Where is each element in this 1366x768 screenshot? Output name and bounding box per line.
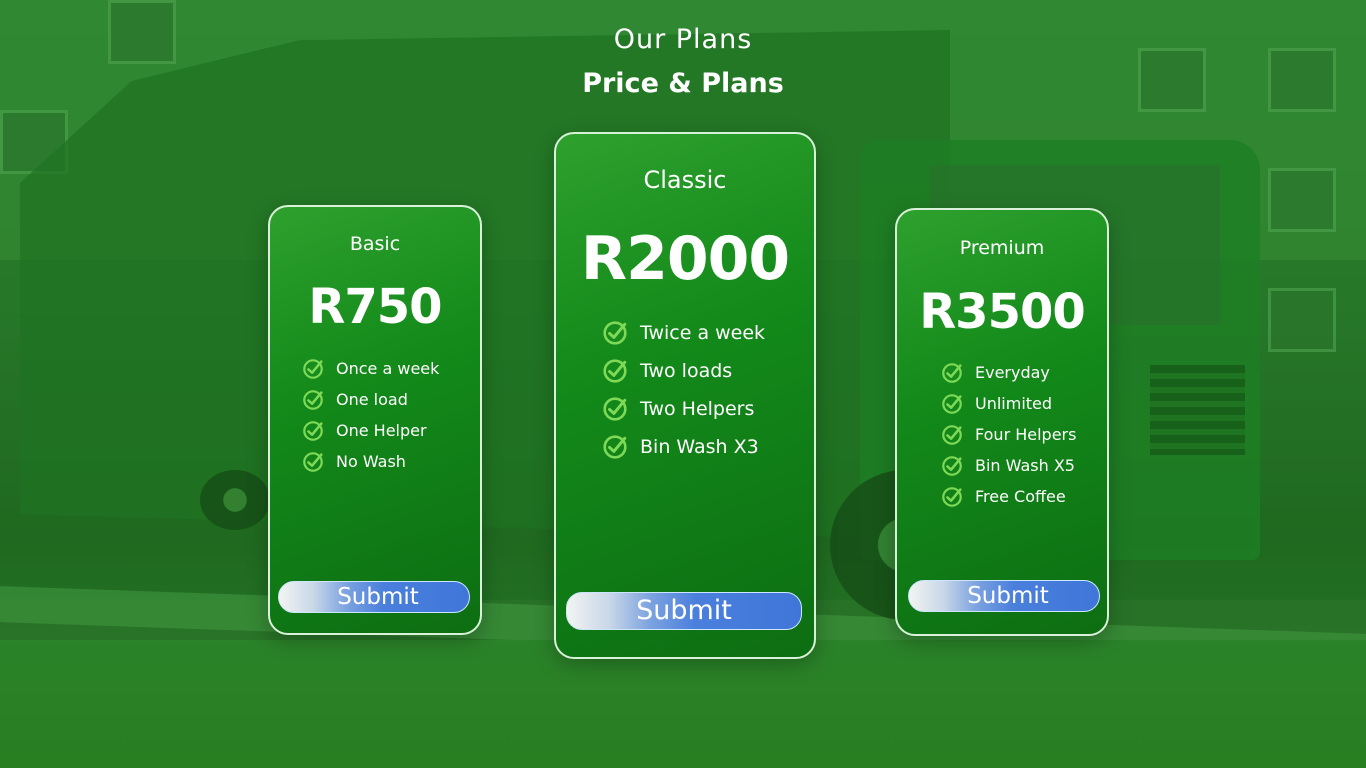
feature-item: Free Coffee (941, 481, 1076, 512)
feature-label: Unlimited (975, 394, 1053, 413)
feature-label: Twice a week (640, 322, 766, 344)
plan-name: Basic (349, 233, 401, 255)
check-circle-icon (941, 455, 963, 477)
feature-label: Once a week (336, 359, 440, 378)
feature-item: Bin Wash X3 (602, 428, 765, 466)
feature-label: One load (336, 390, 408, 409)
check-circle-icon (602, 320, 628, 346)
feature-item: No Wash (302, 446, 439, 477)
feature-item: Twice a week (602, 314, 765, 352)
feature-item: One load (302, 384, 439, 415)
check-circle-icon (941, 486, 963, 508)
premium-submit-button[interactable]: Submit (908, 580, 1100, 612)
check-circle-icon (941, 424, 963, 446)
plan-card-classic: Classic R2000 Twice a week Two loads Two… (554, 132, 816, 659)
check-circle-icon (302, 451, 324, 473)
check-circle-icon (302, 420, 324, 442)
plan-name: Premium (959, 237, 1045, 259)
feature-label: Two Helpers (640, 398, 755, 420)
feature-item: Two Helpers (602, 390, 765, 428)
feature-label: Everyday (975, 363, 1050, 382)
plan-card-premium: Premium R3500 Everyday Unlimited Four He… (895, 208, 1109, 636)
check-circle-icon (941, 362, 963, 384)
plan-card-basic: Basic R750 Once a week One load One Help… (268, 205, 482, 635)
plan-price: R2000 (580, 224, 790, 294)
classic-submit-button[interactable]: Submit (566, 592, 802, 630)
feature-list: Twice a week Two loads Two Helpers Bin W… (602, 314, 765, 466)
plan-price: R750 (308, 279, 442, 335)
feature-item: Four Helpers (941, 419, 1076, 450)
feature-item: Two loads (602, 352, 765, 390)
feature-label: Four Helpers (975, 425, 1077, 444)
feature-item: Once a week (302, 353, 439, 384)
feature-item: One Helper (302, 415, 439, 446)
check-circle-icon (302, 389, 324, 411)
feature-label: Two loads (640, 360, 733, 382)
feature-list: Once a week One load One Helper No Wash (302, 353, 439, 477)
check-circle-icon (602, 358, 628, 384)
feature-label: No Wash (336, 452, 406, 471)
feature-label: Bin Wash X3 (640, 436, 759, 458)
feature-label: Bin Wash X5 (975, 456, 1075, 475)
plan-price: R3500 (919, 284, 1086, 340)
feature-item: Everyday (941, 357, 1076, 388)
check-circle-icon (602, 396, 628, 422)
feature-item: Unlimited (941, 388, 1076, 419)
feature-list: Everyday Unlimited Four Helpers Bin Wash… (941, 357, 1076, 512)
check-circle-icon (941, 393, 963, 415)
pricing-page: Our Plans Price & Plans Basic R750 Once … (0, 0, 1366, 768)
section-header: Our Plans Price & Plans (0, 22, 1366, 104)
check-circle-icon (602, 434, 628, 460)
check-circle-icon (302, 358, 324, 380)
section-title: Price & Plans (582, 68, 784, 99)
feature-label: One Helper (336, 421, 427, 440)
feature-item: Bin Wash X5 (941, 450, 1076, 481)
section-subtitle: Our Plans (613, 24, 753, 55)
basic-submit-button[interactable]: Submit (278, 581, 470, 613)
plan-name: Classic (643, 166, 727, 194)
feature-label: Free Coffee (975, 487, 1066, 506)
